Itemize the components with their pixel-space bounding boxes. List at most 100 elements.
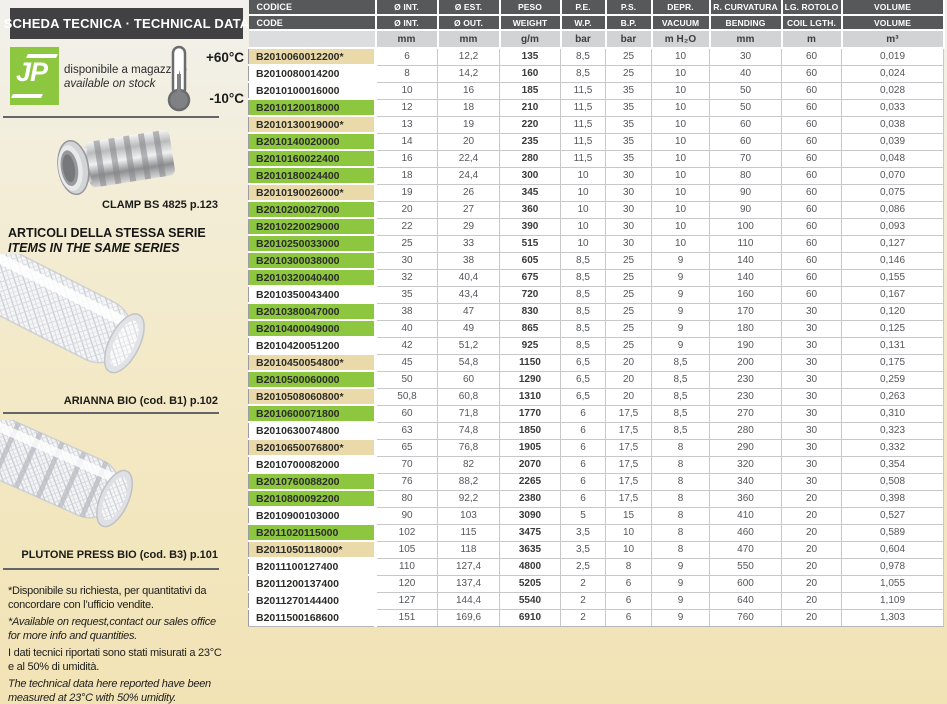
value-cell: 60 — [710, 116, 782, 133]
value-cell: 8 — [652, 456, 710, 473]
code-cell: B2010350043400 — [249, 286, 376, 303]
value-cell: 10 — [561, 218, 606, 235]
value-cell: 270 — [710, 405, 782, 422]
value-cell: 10 — [652, 82, 710, 99]
value-cell: 30 — [782, 371, 842, 388]
value-cell: 8,5 — [561, 286, 606, 303]
value-cell: 20 — [606, 388, 652, 405]
value-cell: 230 — [710, 388, 782, 405]
value-cell: 10 — [376, 82, 438, 99]
value-cell: 10 — [606, 541, 652, 558]
value-cell: 71,8 — [438, 405, 500, 422]
table-row: B20101600224001622,428011,5351070600,048 — [249, 150, 944, 167]
value-cell: 30 — [782, 303, 842, 320]
header-row: mmmmg/mbarbarm H₂Ommmm³ — [249, 30, 944, 48]
value-cell: 0,259 — [842, 371, 944, 388]
value-cell: 60 — [782, 218, 842, 235]
value-cell: 6 — [561, 405, 606, 422]
divider — [3, 568, 219, 570]
value-cell: 0,048 — [842, 150, 944, 167]
value-cell: 5205 — [500, 575, 561, 592]
value-cell: 20 — [438, 133, 500, 150]
value-cell: 6,5 — [561, 388, 606, 405]
table-row: B2010080014200814,21608,5251040600,024 — [249, 65, 944, 82]
value-cell: 10 — [652, 201, 710, 218]
value-cell: 40,4 — [438, 269, 500, 286]
value-cell: 640 — [710, 592, 782, 609]
value-cell: 300 — [500, 167, 561, 184]
value-cell: 0,398 — [842, 490, 944, 507]
value-cell: 320 — [710, 456, 782, 473]
table-row: B2010450054800*4554,811506,5208,5200300,… — [249, 354, 944, 371]
value-cell: 20 — [782, 609, 842, 626]
table-row: B20106000718006071,81770617,58,5270300,3… — [249, 405, 944, 422]
value-cell: 30 — [782, 473, 842, 490]
table-row: B2010130019000*131922011,5351060600,038 — [249, 116, 944, 133]
col-unit: m — [782, 30, 842, 48]
value-cell: 200 — [710, 354, 782, 371]
value-cell: 35 — [606, 150, 652, 167]
value-cell: 20 — [606, 371, 652, 388]
value-cell: 9 — [652, 558, 710, 575]
jp-brand-logo: JP — [10, 47, 59, 105]
value-cell: 11,5 — [561, 99, 606, 116]
value-cell: 160 — [500, 65, 561, 82]
value-cell: 8,5 — [561, 337, 606, 354]
value-cell: 600 — [710, 575, 782, 592]
value-cell: 70 — [376, 456, 438, 473]
value-cell: 0,131 — [842, 337, 944, 354]
value-cell: 90 — [710, 201, 782, 218]
col-header-en: Ø INT. — [376, 15, 438, 30]
value-cell: 100 — [710, 218, 782, 235]
value-cell: 830 — [500, 303, 561, 320]
value-cell: 17,5 — [606, 439, 652, 456]
value-cell: 11,5 — [561, 82, 606, 99]
col-header-it: Ø INT. — [376, 0, 438, 15]
value-cell: 25 — [606, 48, 652, 65]
table-header: CODICEØ INT.Ø EST.PESOP.E.P.S.DEPR.R. CU… — [249, 0, 944, 48]
value-cell: 11,5 — [561, 116, 606, 133]
value-cell: 26 — [438, 184, 500, 201]
value-cell: 12 — [376, 99, 438, 116]
code-cell: B2010700082000 — [249, 456, 376, 473]
value-cell: 3475 — [500, 524, 561, 541]
arianna-hose-photo — [0, 254, 168, 392]
value-cell: 5540 — [500, 592, 561, 609]
col-unit — [249, 30, 376, 48]
value-cell: 110 — [376, 558, 438, 575]
value-cell: 675 — [500, 269, 561, 286]
value-cell: 24,4 — [438, 167, 500, 184]
value-cell: 180 — [710, 320, 782, 337]
value-cell: 9 — [652, 609, 710, 626]
code-cell: B2010800092200 — [249, 490, 376, 507]
value-cell: 345 — [500, 184, 561, 201]
value-cell: 6,5 — [561, 371, 606, 388]
value-cell: 25 — [376, 235, 438, 252]
value-cell: 50 — [376, 371, 438, 388]
value-cell: 60 — [782, 65, 842, 82]
page-title: SCHEDA TECNICA · TECHNICAL DATA — [10, 8, 243, 39]
code-cell: B2010220029000 — [249, 218, 376, 235]
table-row: B201102011500010211534753,5108460200,589 — [249, 524, 944, 541]
availability-en: available on stock — [64, 78, 155, 90]
value-cell: 140 — [710, 252, 782, 269]
col-header-it: DEPR. — [652, 0, 710, 15]
value-cell: 32 — [376, 269, 438, 286]
value-cell: 30 — [782, 405, 842, 422]
value-cell: 27 — [438, 201, 500, 218]
value-cell: 11,5 — [561, 133, 606, 150]
value-cell: 0,527 — [842, 507, 944, 524]
value-cell: 49 — [438, 320, 500, 337]
value-cell: 60 — [782, 184, 842, 201]
value-cell: 0,146 — [842, 252, 944, 269]
col-header-en: CODE — [249, 15, 376, 30]
value-cell: 340 — [710, 473, 782, 490]
value-cell: 92,2 — [438, 490, 500, 507]
table-body: B2010060012200*612,21358,5251030600,019B… — [249, 48, 944, 626]
value-cell: 18 — [438, 99, 500, 116]
code-cell: B2010420051200 — [249, 337, 376, 354]
value-cell: 8,5 — [652, 388, 710, 405]
value-cell: 20 — [782, 507, 842, 524]
value-cell: 0,323 — [842, 422, 944, 439]
code-cell: B2010100016000 — [249, 82, 376, 99]
